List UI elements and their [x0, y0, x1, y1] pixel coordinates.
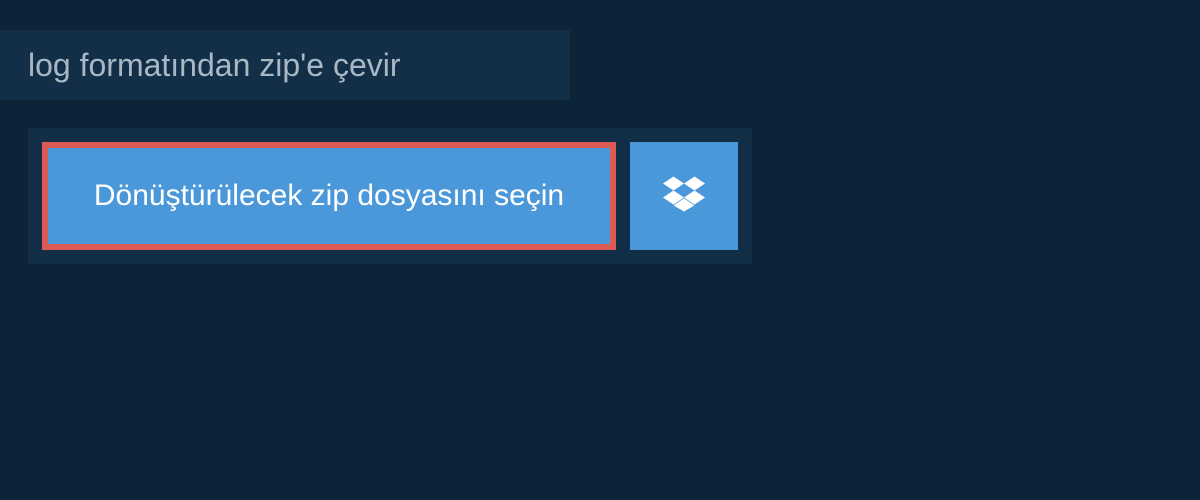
page-title: log formatından zip'e çevir: [28, 47, 401, 84]
dropbox-icon: [663, 173, 705, 220]
upload-panel: Dönüştürülecek zip dosyasını seçin: [28, 128, 752, 264]
select-file-label: Dönüştürülecek zip dosyasını seçin: [94, 179, 564, 213]
dropbox-button[interactable]: [630, 142, 738, 250]
select-file-button[interactable]: Dönüştürülecek zip dosyasını seçin: [42, 142, 616, 250]
header-bar: log formatından zip'e çevir: [0, 30, 570, 100]
